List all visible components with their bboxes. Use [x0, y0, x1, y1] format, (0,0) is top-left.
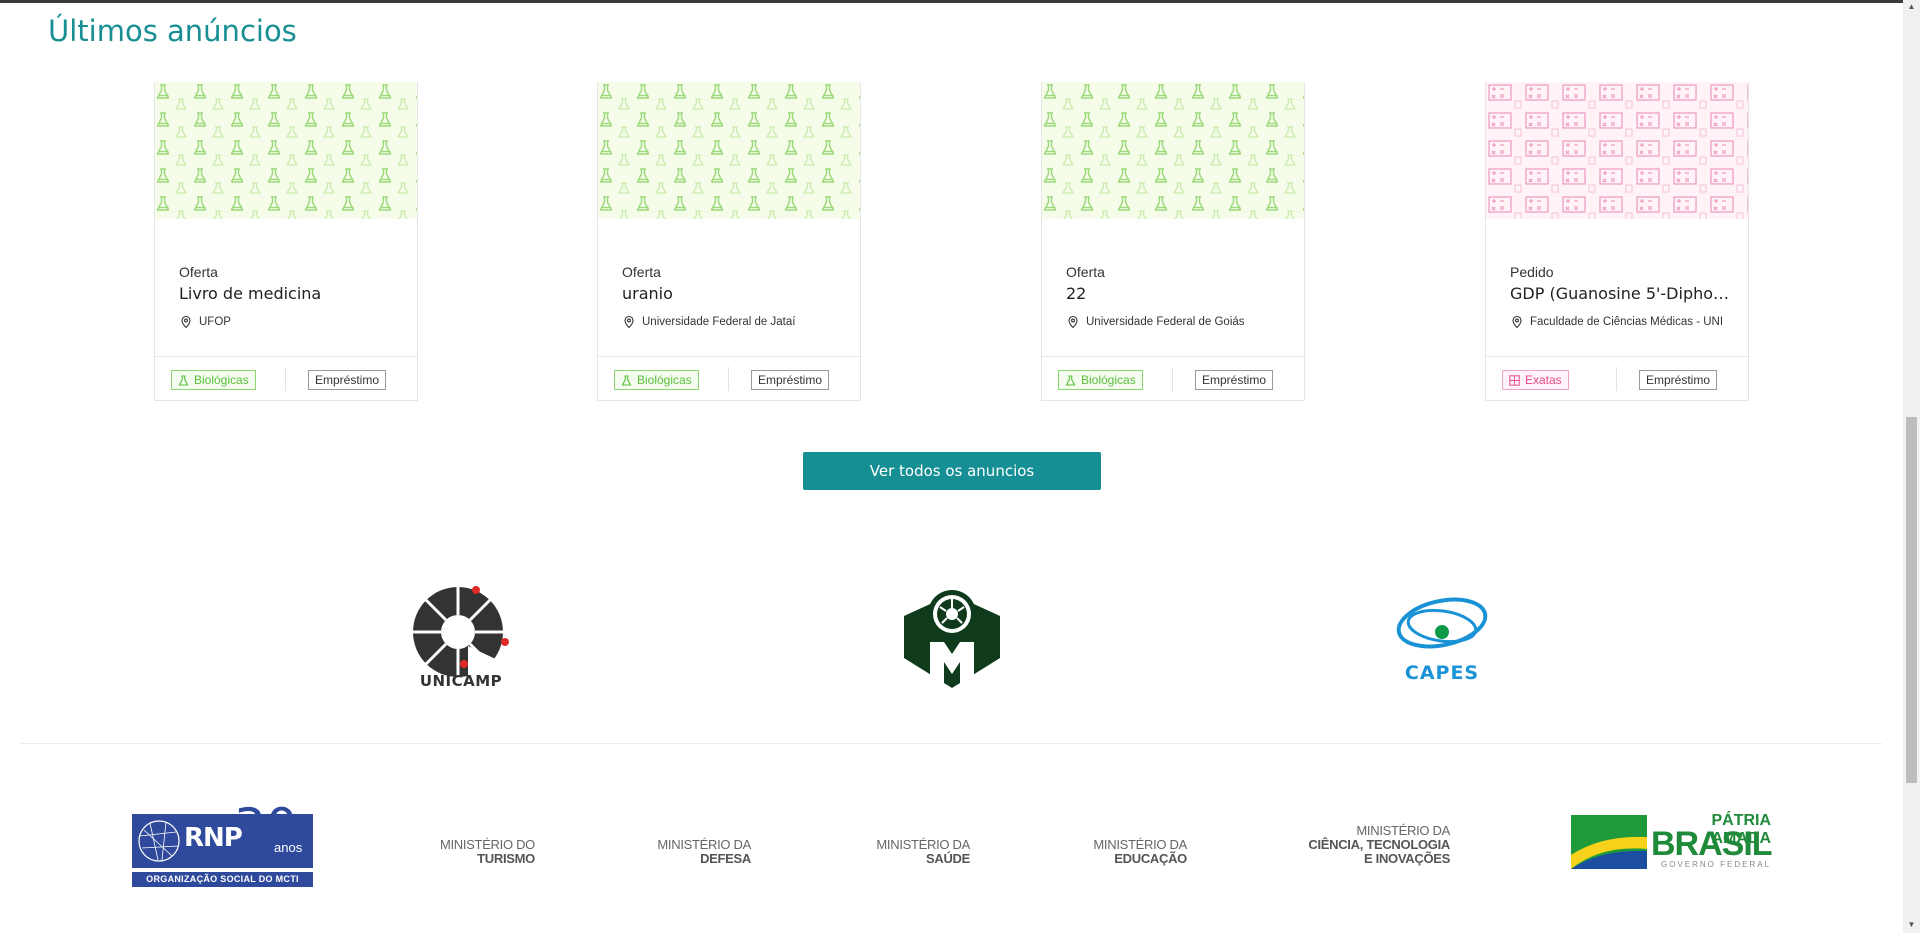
type-badge[interactable]: Empréstimo: [1195, 370, 1274, 390]
card-title[interactable]: 22: [1066, 284, 1292, 306]
capes-emblem-icon: [1396, 597, 1488, 649]
area-badge[interactable]: Biológicas: [1058, 370, 1143, 390]
ad-card[interactable]: Oferta uranio Universidade Federal de Ja…: [597, 82, 861, 401]
footer-divider-line: [20, 743, 1882, 744]
see-all-ads-button[interactable]: Ver todos os anuncios: [803, 452, 1101, 490]
globe-network-icon: [138, 820, 180, 862]
card-title[interactable]: Livro de medicina: [179, 284, 405, 306]
location-pin-icon: [624, 315, 634, 329]
card-pattern-image: [155, 82, 417, 219]
ministerio-defesa-logo[interactable]: MINISTÉRIO DA DEFESA: [645, 838, 751, 866]
area-badge[interactable]: Biológicas: [614, 370, 699, 390]
educacao-line2: EDUCAÇÃO: [1114, 851, 1187, 866]
ciencia-line3: E INOVAÇÕES: [1363, 851, 1450, 866]
ad-card[interactable]: Oferta 22 Universidade Federal de Goiás …: [1041, 82, 1305, 401]
calculator-icon: [1509, 374, 1520, 386]
type-badge[interactable]: Empréstimo: [308, 370, 387, 390]
card-kind: Oferta: [1066, 264, 1105, 280]
ministerio-educacao-logo[interactable]: MINISTÉRIO DA EDUCAÇÃO: [1082, 838, 1187, 866]
ministerio-saude-logo[interactable]: MINISTÉRIO DA SAÚDE: [864, 838, 970, 866]
flask-icon: [178, 374, 189, 386]
location-pin-icon: [181, 315, 191, 329]
area-badge[interactable]: Exatas: [1502, 370, 1569, 390]
card-location: Universidade Federal de Goiás: [1086, 316, 1245, 328]
location-pin-icon: [1512, 315, 1522, 329]
flask-icon: [621, 374, 632, 386]
turismo-line1: MINISTÉRIO DO: [439, 837, 535, 852]
scroll-down-arrow-icon[interactable]: ▼: [1906, 920, 1917, 930]
footer-divider: [1616, 367, 1617, 391]
top-border: [0, 0, 1920, 3]
section-title: Últimos anúncios: [48, 14, 297, 48]
card-pattern-image: [1486, 82, 1748, 219]
institution-emblem-logo[interactable]: [900, 580, 1004, 697]
rnp-anos: anos: [274, 840, 303, 855]
unicamp-wordmark: UNICAMP: [419, 672, 503, 690]
ad-card[interactable]: Oferta Livro de medicina UFOP Biológicas…: [154, 82, 418, 401]
hexagon-emblem-icon: [904, 590, 1000, 688]
scrollbar-thumb[interactable]: [1906, 417, 1917, 783]
card-location: Faculdade de Ciências Médicas - UNI: [1530, 316, 1724, 328]
turismo-line2: TURISMO: [477, 851, 535, 866]
area-label: Biológicas: [1081, 373, 1136, 387]
ad-card[interactable]: Pedido GDP (Guanosine 5'-Diphos... Facul…: [1485, 82, 1749, 401]
area-label: Biológicas: [194, 373, 249, 387]
footer-divider: [1172, 367, 1173, 391]
card-location: Universidade Federal de Jataí: [642, 316, 796, 328]
location-pin-icon: [1068, 315, 1078, 329]
area-label: Biológicas: [637, 373, 692, 387]
ministerio-turismo-logo[interactable]: MINISTÉRIO DO TURISMO: [430, 838, 535, 866]
card-title[interactable]: uranio: [622, 284, 848, 306]
saude-line1: MINISTÉRIO DA: [876, 837, 970, 852]
card-location: UFOP: [199, 316, 231, 328]
type-badge[interactable]: Empréstimo: [1639, 370, 1718, 390]
brasil-line2: BRASIL: [1651, 825, 1773, 863]
card-kind: Oferta: [622, 264, 661, 280]
saude-line2: SAÚDE: [925, 851, 970, 866]
card-title[interactable]: GDP (Guanosine 5'-Diphos...: [1510, 284, 1736, 306]
rnp-logo[interactable]: RNP 30 anos ORGANIZAÇÃO SOCIAL DO MCTI: [132, 802, 313, 890]
brasil-line3: GOVERNO FEDERAL: [1660, 860, 1771, 869]
footer-divider: [285, 367, 286, 391]
brazil-flag-icon: [1571, 815, 1647, 869]
card-kind: Oferta: [179, 264, 218, 280]
scroll-up-arrow-icon[interactable]: ▲: [1906, 2, 1917, 12]
area-badge[interactable]: Biológicas: [171, 370, 256, 390]
patria-amada-brasil-logo[interactable]: PÁTRIA AMADA BRASIL GOVERNO FEDERAL: [1571, 812, 1773, 872]
ciencia-line2: CIÊNCIA, TECNOLOGIA: [1308, 837, 1450, 852]
area-label: Exatas: [1525, 373, 1562, 387]
ciencia-line1: MINISTÉRIO DA: [1356, 823, 1450, 838]
capes-logo[interactable]: CAPES: [1392, 590, 1492, 684]
ministerio-ciencia-logo[interactable]: MINISTÉRIO DA CIÊNCIA, TECNOLOGIA E INOV…: [1290, 824, 1450, 866]
card-kind: Pedido: [1510, 264, 1554, 280]
defesa-line2: DEFESA: [700, 851, 751, 866]
card-pattern-image: [1042, 82, 1304, 219]
defesa-line1: MINISTÉRIO DA: [657, 837, 751, 852]
flask-icon: [1065, 374, 1076, 386]
footer-divider: [728, 367, 729, 391]
capes-wordmark: CAPES: [1404, 662, 1480, 684]
educacao-line1: MINISTÉRIO DA: [1093, 837, 1187, 852]
type-badge[interactable]: Empréstimo: [751, 370, 830, 390]
unicamp-logo[interactable]: UNICAMP: [408, 580, 512, 697]
rnp-tagline: ORGANIZAÇÃO SOCIAL DO MCTI: [132, 872, 313, 887]
card-pattern-image: [598, 82, 860, 219]
